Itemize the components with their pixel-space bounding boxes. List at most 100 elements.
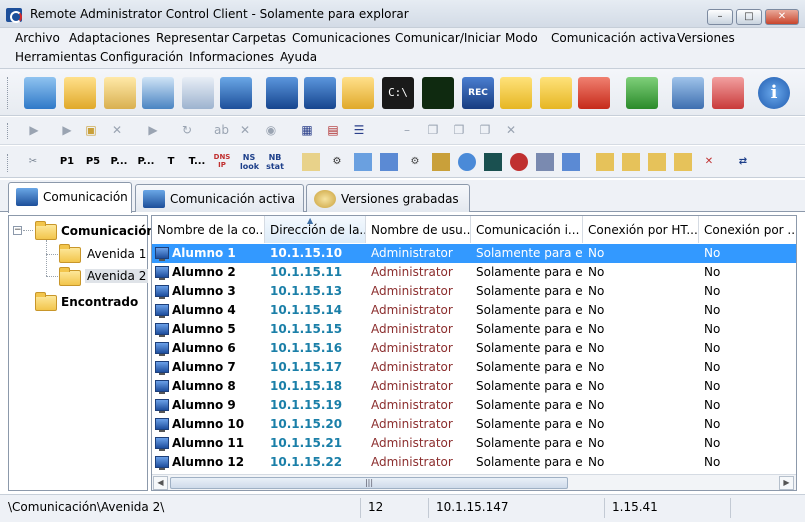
column-header-user[interactable]: Nombre de usu... [366, 216, 471, 243]
terminal-icon[interactable] [484, 153, 502, 171]
table-row[interactable]: Alumno 10 10.1.15.20 Administrator Solament… [152, 415, 796, 434]
menu-comunicaciones[interactable]: Comunicaciones [292, 31, 390, 45]
large-icons-view-icon[interactable]: ▦ [300, 123, 314, 137]
table-row[interactable]: Alumno 5 10.1.15.15 Administrator Solamente… [152, 320, 796, 339]
table-row[interactable]: Alumno 9 10.1.15.19 Administrator Solamente… [152, 396, 796, 415]
text-chat-icon[interactable] [500, 77, 532, 109]
table-row[interactable]: Alumno 2 10.1.15.11 Administrator Solamente… [152, 263, 796, 282]
menu-representar[interactable]: Representar [156, 31, 229, 45]
dns-ip-button[interactable]: DNS IP [213, 153, 231, 171]
small-icons-view-icon[interactable]: ▤ [326, 123, 340, 137]
telnet-icon[interactable]: C:\ [382, 77, 414, 109]
ping-options-button[interactable]: P... [137, 153, 155, 171]
minimize-panel-icon[interactable]: – [400, 123, 414, 137]
restore-panel-icon[interactable]: ❐ [426, 123, 440, 137]
rename-icon[interactable]: ab [214, 123, 229, 137]
record-icon[interactable]: REC [462, 77, 494, 109]
ping-1-button[interactable]: P1 [58, 153, 76, 171]
send-message-icon[interactable] [540, 77, 572, 109]
menu-herramientas[interactable]: Herramientas [15, 50, 97, 64]
refresh-icon[interactable]: ↻ [180, 123, 194, 137]
services-icon[interactable]: ⚙ [406, 153, 424, 171]
gear-icon[interactable]: ⚙ [328, 153, 346, 171]
wake-on-lan-icon[interactable] [626, 77, 658, 109]
info-icon[interactable]: i [758, 77, 790, 109]
folder-e-icon[interactable] [648, 153, 666, 171]
table-row[interactable]: Alumno 1 10.1.15.10 Administrator Solamente… [152, 244, 796, 263]
full-control-icon[interactable] [266, 77, 298, 109]
column-header-http[interactable]: Conexión por HT... [583, 216, 699, 243]
column-header-address[interactable]: Dirección de la... [265, 216, 366, 243]
maximize-button[interactable]: □ [736, 9, 762, 25]
view-only-icon[interactable] [304, 77, 336, 109]
tree-node-comunicacion[interactable]: Comunicación [33, 221, 155, 241]
ping-5-button[interactable]: P5 [84, 153, 102, 171]
shares-icon[interactable] [432, 153, 450, 171]
computer-icon[interactable] [354, 153, 372, 171]
ping-continuous-button[interactable]: P... [110, 153, 128, 171]
table-row[interactable]: Alumno 4 10.1.15.14 Administrator Solamente… [152, 301, 796, 320]
scroll-thumb[interactable]: ||| [170, 477, 568, 489]
tree-node-avenida-1[interactable]: Avenida 1 [59, 244, 147, 264]
collapse-toggle[interactable]: − [13, 226, 22, 235]
menu-ayuda[interactable]: Ayuda [280, 50, 317, 64]
cmd-tool-icon[interactable] [302, 153, 320, 171]
camera-icon[interactable]: ◉ [264, 123, 278, 137]
menu-comunicar-iniciar[interactable]: Comunicar/Iniciar [395, 31, 501, 45]
menu-configuracion[interactable]: Configuración [100, 50, 183, 64]
performance-monitor-icon[interactable] [422, 77, 454, 109]
folder-c-icon[interactable] [596, 153, 614, 171]
add-folder-icon[interactable] [64, 77, 96, 109]
scan-network-icon[interactable] [142, 77, 174, 109]
table-row[interactable]: Alumno 3 10.1.15.13 Administrator Solamente… [152, 282, 796, 301]
scroll-right-button[interactable]: ▶ [779, 476, 794, 490]
remove-icon[interactable]: ✕ [238, 123, 252, 137]
trace-button[interactable]: T [162, 153, 180, 171]
tree-node-avenida-2[interactable]: Avenida 2 [59, 267, 149, 287]
menu-versiones[interactable]: Versiones [677, 31, 735, 45]
network-icon[interactable] [380, 153, 398, 171]
minimize-button[interactable]: – [707, 9, 733, 25]
column-header-other[interactable]: Conexión por ... [699, 216, 796, 243]
menu-comunicacion-activa[interactable]: Comunicación activa [551, 31, 676, 45]
column-header-name[interactable]: Nombre de la co... [152, 216, 265, 243]
menu-archivo[interactable]: Archivo [15, 31, 60, 45]
new-connection-icon[interactable] [24, 77, 56, 109]
properties-icon[interactable] [182, 77, 214, 109]
trace-options-button[interactable]: T... [188, 153, 206, 171]
table-row[interactable]: Alumno 7 10.1.15.17 Administrator Solamente… [152, 358, 796, 377]
folder-f-icon[interactable] [674, 153, 692, 171]
menu-informaciones[interactable]: Informaciones [189, 50, 274, 64]
table-row[interactable]: Alumno 6 10.1.15.16 Administrator Solamente… [152, 339, 796, 358]
nslookup-button[interactable]: NS look [240, 153, 259, 171]
share-icon[interactable] [458, 153, 476, 171]
find-connection-icon[interactable] [104, 77, 136, 109]
message-icon[interactable] [536, 153, 554, 171]
switch-icon[interactable]: ⇄ [734, 153, 752, 171]
menu-carpetas[interactable]: Carpetas [232, 31, 286, 45]
menu-adaptaciones[interactable]: Adaptaciones [69, 31, 150, 45]
column-header-mode[interactable]: Comunicación i... [471, 216, 583, 243]
tile-icon[interactable]: ❐ [478, 123, 492, 137]
remote-install-icon[interactable] [672, 77, 704, 109]
play-icon[interactable]: ▶ [146, 123, 160, 137]
nbstat-button[interactable]: NB stat [266, 153, 284, 171]
table-row[interactable]: Alumno 11 10.1.15.21 Administrator Solament… [152, 434, 796, 453]
tab-comunicacion[interactable]: Comunicación [8, 182, 132, 213]
file-transfer-icon[interactable] [342, 77, 374, 109]
open-folder-icon[interactable]: ▣ [84, 123, 98, 137]
list-view-icon[interactable]: ☰ [352, 123, 366, 137]
tab-versiones-grabadas[interactable]: Versiones grabadas [306, 184, 470, 212]
disconnect-icon[interactable] [712, 77, 744, 109]
tab-comunicacion-activa[interactable]: Comunicación activa [135, 184, 304, 212]
shutdown-icon[interactable] [510, 153, 528, 171]
horizontal-scrollbar[interactable]: ◀ ||| ▶ [152, 474, 796, 490]
delete-icon[interactable]: ✕ [110, 123, 124, 137]
tools-icon[interactable]: ✂ [24, 153, 42, 171]
scroll-left-button[interactable]: ◀ [153, 476, 168, 490]
table-row[interactable]: Alumno 12 10.1.15.22 Administrator Solament… [152, 453, 796, 472]
folder-d-icon[interactable] [622, 153, 640, 171]
close-panel-icon[interactable]: ✕ [504, 123, 518, 137]
close-window-button[interactable]: ✕ [765, 9, 799, 25]
folder-delete-icon[interactable]: ✕ [700, 153, 718, 171]
